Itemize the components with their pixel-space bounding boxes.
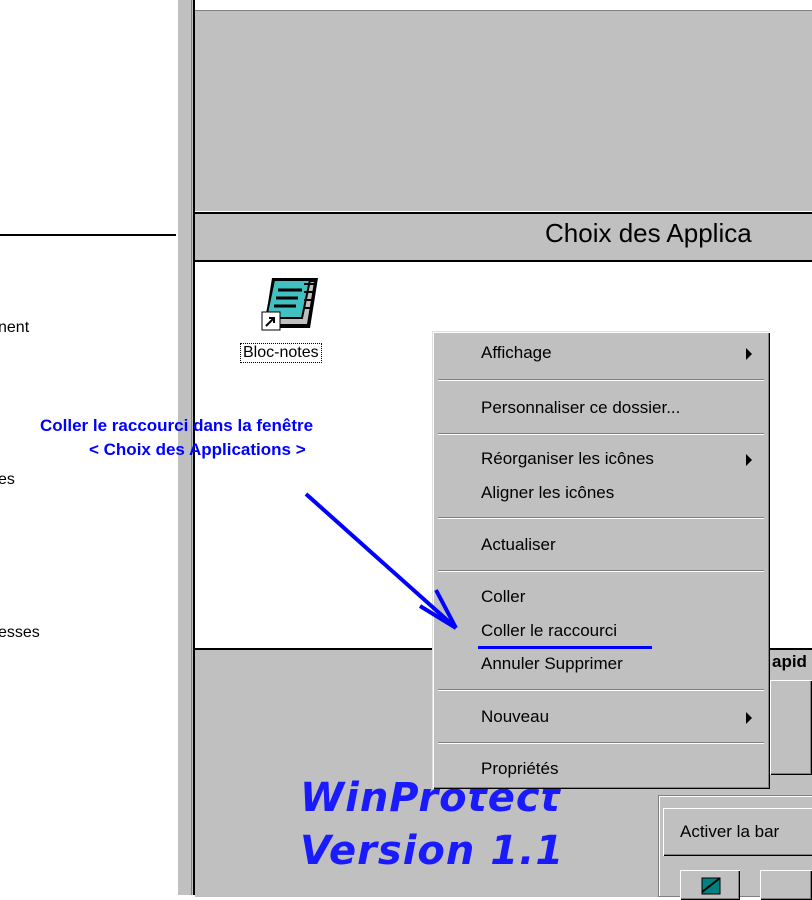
menu-item-aligner[interactable]: Aligner les icônes — [481, 483, 614, 503]
submenu-arrow-icon — [746, 712, 752, 724]
left-item[interactable]: esses — [0, 624, 40, 642]
submenu-arrow-icon — [746, 454, 752, 466]
window-icon — [701, 877, 721, 895]
submenu-arrow-icon — [746, 348, 752, 360]
top-panel — [195, 10, 812, 211]
left-item[interactable]: es — [0, 471, 15, 489]
menu-item-proprietes[interactable]: Propriétés — [481, 759, 558, 779]
menu-item-affichage[interactable]: Affichage — [481, 343, 552, 363]
menu-separator — [438, 433, 764, 435]
annotation-line-2: < Choix des Applications > — [89, 440, 306, 459]
menu-separator — [438, 742, 764, 744]
highlight-underline — [478, 646, 652, 649]
menu-item-reorganiser[interactable]: Réorganiser les icônes — [481, 449, 654, 469]
notepad-shortcut-icon[interactable] — [258, 272, 324, 334]
section-title: Choix des Applica — [545, 218, 752, 248]
tool-button-2[interactable] — [760, 870, 812, 900]
left-pane-divider — [0, 234, 176, 236]
menu-separator — [438, 517, 764, 519]
menu-item-coller-raccourci[interactable]: Coller le raccourci — [481, 621, 617, 641]
menu-item-annuler[interactable]: Annuler Supprimer — [481, 654, 623, 674]
notepad-shortcut-label[interactable]: Bloc-notes — [240, 343, 322, 363]
menu-separator — [438, 379, 764, 381]
menu-item-personnaliser[interactable]: Personnaliser ce dossier... — [481, 398, 680, 418]
logo-line-2: Version 1.1 — [300, 828, 565, 874]
menu-separator — [438, 689, 764, 691]
annotation-line-1: Coller le raccourci dans la fenêtre — [40, 416, 314, 435]
tool-button[interactable] — [680, 870, 740, 900]
menu-separator — [438, 570, 764, 572]
activate-bar-label: Activer la bar — [680, 822, 780, 841]
quick-tool-button[interactable] — [770, 680, 812, 775]
left-item[interactable]: nent — [0, 319, 29, 337]
menu-item-actualiser[interactable]: Actualiser — [481, 535, 556, 555]
context-menu: Affichage Personnaliser ce dossier... Ré… — [432, 331, 770, 789]
menu-item-coller[interactable]: Coller — [481, 587, 525, 607]
menu-item-nouveau[interactable]: Nouveau — [481, 707, 549, 727]
quick-access-label: apid — [772, 652, 807, 671]
